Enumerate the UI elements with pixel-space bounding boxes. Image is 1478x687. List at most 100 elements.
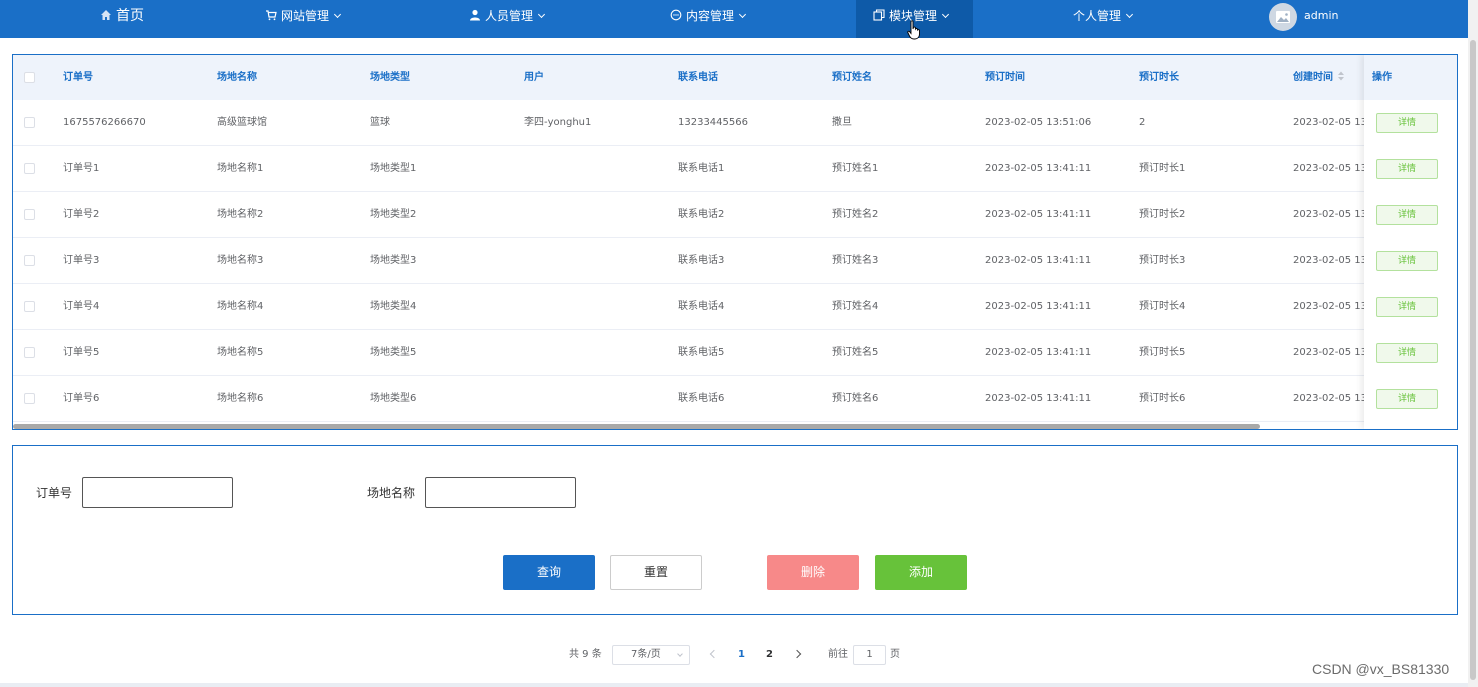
user-icon: [470, 9, 480, 21]
row-checkbox[interactable]: [24, 347, 35, 358]
chevron-down-icon: [738, 10, 747, 19]
cell-phone: 联系电话5: [678, 347, 725, 358]
chevron-down-icon: [537, 10, 546, 19]
nav-item-label: 内容管理: [686, 9, 735, 23]
cell-venue-name: 场地名称5: [217, 347, 264, 358]
detail-button[interactable]: 详情: [1376, 297, 1438, 317]
cell-booking-name: 预订姓名4: [832, 301, 879, 312]
cell-order-no: 订单号1: [63, 163, 100, 174]
cell-booking-time: 2023-02-05 13:41:11: [985, 163, 1092, 174]
order-no-input[interactable]: [82, 477, 233, 508]
reset-button[interactable]: 重置: [610, 555, 702, 590]
cell-booking-time: 2023-02-05 13:41:11: [985, 393, 1092, 404]
row-checkbox[interactable]: [24, 301, 35, 312]
nav-item-content[interactable]: 内容管理: [670, 0, 747, 38]
cell-booking-duration: 预订时长6: [1139, 393, 1186, 404]
table-row[interactable]: 订单号1 场地名称1 场地类型1 联系电话1 预订姓名1 2023-02-05 13:41…: [13, 146, 1457, 192]
detail-button[interactable]: 详情: [1376, 251, 1438, 271]
cell-booking-time: 2023-02-05 13:41:11: [985, 347, 1092, 358]
add-button[interactable]: 添加: [875, 555, 967, 590]
nav-item-label: 网站管理: [281, 9, 330, 23]
detail-button[interactable]: 详情: [1376, 113, 1438, 133]
column-header-booking-duration[interactable]: 预订时长: [1139, 55, 1179, 100]
row-checkbox[interactable]: [24, 117, 35, 128]
goto-page-input[interactable]: 1: [853, 645, 886, 665]
detail-button[interactable]: 详情: [1376, 159, 1438, 179]
cell-phone: 联系电话1: [678, 163, 725, 174]
cell-booking-duration: 预订时长5: [1139, 347, 1186, 358]
table-row[interactable]: 订单号6 场地名称6 场地类型6 联系电话6 预订姓名6 2023-02-05 13:41…: [13, 376, 1457, 422]
table-row[interactable]: 1675576266670 高级篮球馆 篮球 李四-yonghu1 1323344556…: [13, 100, 1457, 146]
detail-button[interactable]: 详情: [1376, 205, 1438, 225]
cell-venue-name: 场地名称4: [217, 301, 264, 312]
cell-phone: 联系电话3: [678, 255, 725, 266]
horizontal-scrollbar[interactable]: [13, 424, 1260, 429]
cell-venue-name: 高级篮球馆: [217, 117, 267, 128]
cell-phone: 13233445566: [678, 117, 748, 128]
prev-page-icon[interactable]: [709, 649, 719, 659]
column-header-booking-name[interactable]: 预订姓名: [832, 55, 872, 100]
cell-booking-name: 撒旦: [832, 117, 852, 128]
cell-venue-type: 场地类型2: [370, 209, 417, 220]
nav-item-home[interactable]: 首页: [100, 0, 144, 38]
vertical-scrollbar-thumb[interactable]: [1470, 40, 1476, 680]
detail-button[interactable]: 详情: [1376, 343, 1438, 363]
delete-button[interactable]: 删除: [767, 555, 859, 590]
row-checkbox[interactable]: [24, 255, 35, 266]
column-header-order-no[interactable]: 订单号: [63, 55, 93, 100]
page-number[interactable]: 1: [738, 645, 745, 665]
row-checkbox[interactable]: [24, 163, 35, 174]
cell-venue-type: 场地类型1: [370, 163, 417, 174]
column-header-phone[interactable]: 联系电话: [678, 55, 718, 100]
next-page-icon[interactable]: [792, 649, 802, 659]
nav-item-personal[interactable]: 个人管理: [1073, 0, 1134, 38]
goto-suffix: 页: [890, 649, 900, 660]
cell-phone: 联系电话6: [678, 393, 725, 404]
user-name[interactable]: admin: [1304, 0, 1338, 32]
row-checkbox[interactable]: [24, 209, 35, 220]
cell-phone: 联系电话4: [678, 301, 725, 312]
cell-created-time: 2023-02-05 13:41:11: [1293, 255, 1364, 266]
column-header-user[interactable]: 用户: [524, 55, 544, 100]
nav-item-website[interactable]: 网站管理: [265, 0, 342, 38]
copy-icon: [873, 9, 885, 21]
table-row[interactable]: 订单号3 场地名称3 场地类型3 联系电话3 预订姓名3 2023-02-05 13:41…: [13, 238, 1457, 284]
column-header-booking-time[interactable]: 预订时间: [985, 55, 1025, 100]
cell-booking-duration: 预订时长2: [1139, 209, 1186, 220]
row-checkbox[interactable]: [24, 393, 35, 404]
venue-name-label: 场地名称: [367, 486, 416, 500]
column-header-venue-name[interactable]: 场地名称: [217, 55, 257, 100]
cell-venue-name: 场地名称6: [217, 393, 264, 404]
page-size-select[interactable]: 7条/页: [612, 645, 690, 665]
cell-booking-time: 2023-02-05 13:41:11: [985, 255, 1092, 266]
page-size-value: 7条/页: [631, 649, 661, 660]
column-header-venue-type[interactable]: 场地类型: [370, 55, 410, 100]
cell-created-time: 2023-02-05 13:41:11: [1293, 347, 1364, 358]
cell-created-time: 2023-02-05 13:41:11: [1293, 163, 1364, 174]
cell-venue-type: 场地类型3: [370, 255, 417, 266]
cell-created-time: 2023-02-05 13:41:11: [1293, 393, 1364, 404]
watermark: CSDN @vx_BS81330: [1312, 661, 1450, 677]
total-count: 共 9 条: [569, 649, 602, 660]
chevron-down-icon: [333, 10, 342, 19]
cell-order-no: 订单号2: [63, 209, 100, 220]
table-row[interactable]: 订单号4 场地名称4 场地类型4 联系电话4 预订姓名4 2023-02-05 13:41…: [13, 284, 1457, 330]
avatar[interactable]: [1269, 3, 1297, 31]
nav-item-personnel[interactable]: 人员管理: [469, 0, 546, 38]
cell-booking-name: 预订姓名3: [832, 255, 879, 266]
table-row[interactable]: 订单号2 场地名称2 场地类型2 联系电话2 预订姓名2 2023-02-05 13:41…: [13, 192, 1457, 238]
venue-name-input[interactable]: [425, 477, 576, 508]
chevron-down-icon: [941, 10, 950, 19]
nav-item-label: 首页: [116, 8, 144, 24]
cell-booking-duration: 2: [1139, 117, 1146, 128]
query-button[interactable]: 查询: [503, 555, 595, 590]
column-header-created-time[interactable]: 创建时间: [1293, 55, 1345, 100]
sort-icon[interactable]: [1337, 71, 1345, 81]
cart-icon: [266, 10, 277, 21]
page-number[interactable]: 2: [766, 645, 773, 665]
table-row[interactable]: 订单号5 场地名称5 场地类型5 联系电话5 预订姓名5 2023-02-05 13:41…: [13, 330, 1457, 376]
detail-button[interactable]: 详情: [1376, 389, 1438, 409]
top-nav-bar: 首页 网站管理 人员管理 内容管理 模块管理 个人管理 admin: [0, 0, 1468, 38]
chevron-down-icon: [1125, 10, 1134, 19]
select-all-checkbox[interactable]: [24, 72, 35, 83]
